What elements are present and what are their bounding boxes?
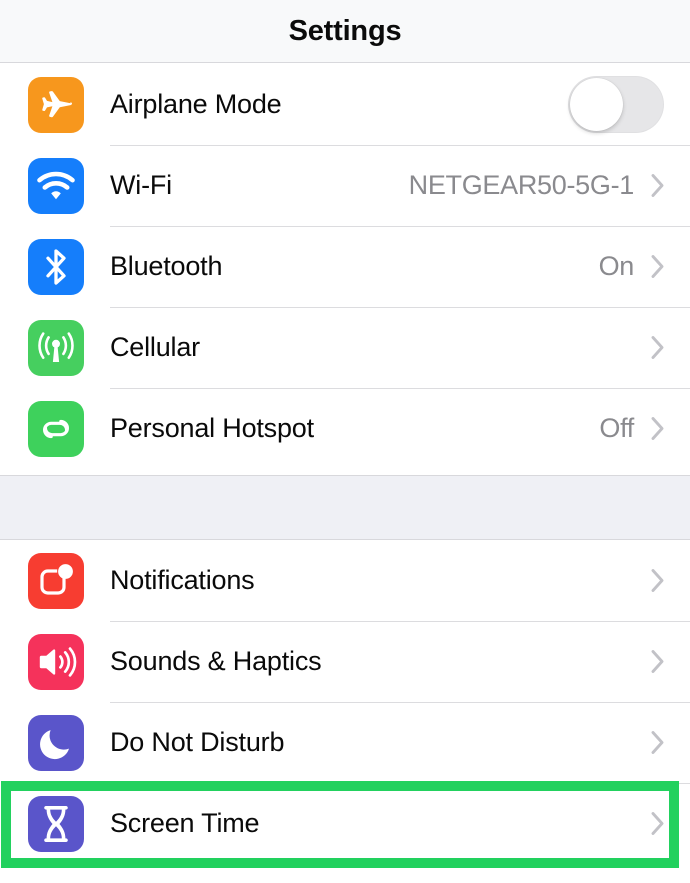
chevron-right-glyph — [651, 812, 664, 835]
settings-row-label: Cellular — [110, 332, 200, 362]
settings-row-sounds-haptics[interactable]: Sounds & Haptics — [0, 621, 690, 702]
settings-row-label: Screen Time — [110, 808, 260, 838]
chevron-right-glyph — [651, 731, 664, 754]
settings-row-label: Sounds & Haptics — [110, 646, 322, 676]
settings-group-notifications: Notifications Sounds & Haptics Do Not Dist… — [0, 540, 690, 864]
toggle-knob — [570, 78, 623, 131]
cellular-antenna-icon — [28, 319, 84, 376]
hotspot-links-icon — [28, 400, 84, 457]
settings-row-notifications[interactable]: Notifications — [0, 540, 690, 621]
settings-row-wi-fi[interactable]: Wi-Fi NETGEAR50-5G-1 — [0, 145, 690, 226]
settings-screen: Settings Airplane Mode Wi-Fi NETGEAR50-5G-… — [0, 0, 690, 883]
chevron-right-icon — [648, 730, 668, 755]
group-separator-block — [0, 475, 690, 540]
settings-row-label: Bluetooth — [110, 251, 223, 281]
chevron-right-icon — [648, 649, 668, 674]
wifi-icon — [28, 157, 84, 214]
speaker-icon — [28, 633, 84, 690]
settings-row-label: Wi-Fi — [110, 170, 172, 200]
bluetooth-icon — [28, 238, 84, 295]
settings-row-label: Personal Hotspot — [110, 413, 314, 443]
navigation-bar: Settings — [0, 0, 690, 63]
settings-row-airplane-mode[interactable]: Airplane Mode — [0, 64, 690, 145]
settings-row-label: Notifications — [110, 565, 255, 595]
settings-row-personal-hotspot[interactable]: Personal Hotspot Off — [0, 388, 690, 469]
settings-row-screen-time[interactable]: Screen Time — [0, 783, 690, 864]
settings-row-value: Off — [599, 413, 634, 443]
settings-row-value: NETGEAR50-5G-1 — [408, 170, 635, 200]
notifications-badge-icon — [28, 552, 84, 609]
chevron-right-glyph — [651, 255, 664, 278]
settings-group-connectivity: Airplane Mode Wi-Fi NETGEAR50-5G-1 Bluetoot… — [0, 64, 690, 469]
settings-row-cellular[interactable]: Cellular — [0, 307, 690, 388]
settings-row-bluetooth[interactable]: Bluetooth On — [0, 226, 690, 307]
settings-row-value: On — [598, 251, 635, 281]
toggle-switch-airplane-mode[interactable] — [568, 76, 664, 133]
hourglass-icon — [28, 795, 84, 852]
settings-row-do-not-disturb[interactable]: Do Not Disturb — [0, 702, 690, 783]
chevron-right-icon — [648, 335, 668, 360]
chevron-right-icon — [648, 811, 668, 836]
chevron-right-icon — [648, 254, 668, 279]
chevron-right-icon — [648, 416, 668, 441]
airplane-icon — [28, 76, 84, 133]
chevron-right-icon — [648, 173, 668, 198]
chevron-right-glyph — [651, 569, 664, 592]
settings-row-label: Do Not Disturb — [110, 727, 285, 757]
chevron-right-glyph — [651, 336, 664, 359]
chevron-right-glyph — [651, 417, 664, 440]
chevron-right-icon — [648, 568, 668, 593]
chevron-right-glyph — [651, 650, 664, 673]
page-title: Settings — [288, 14, 402, 47]
chevron-right-glyph — [651, 174, 664, 197]
settings-row-label: Airplane Mode — [110, 89, 282, 119]
moon-icon — [28, 714, 84, 771]
